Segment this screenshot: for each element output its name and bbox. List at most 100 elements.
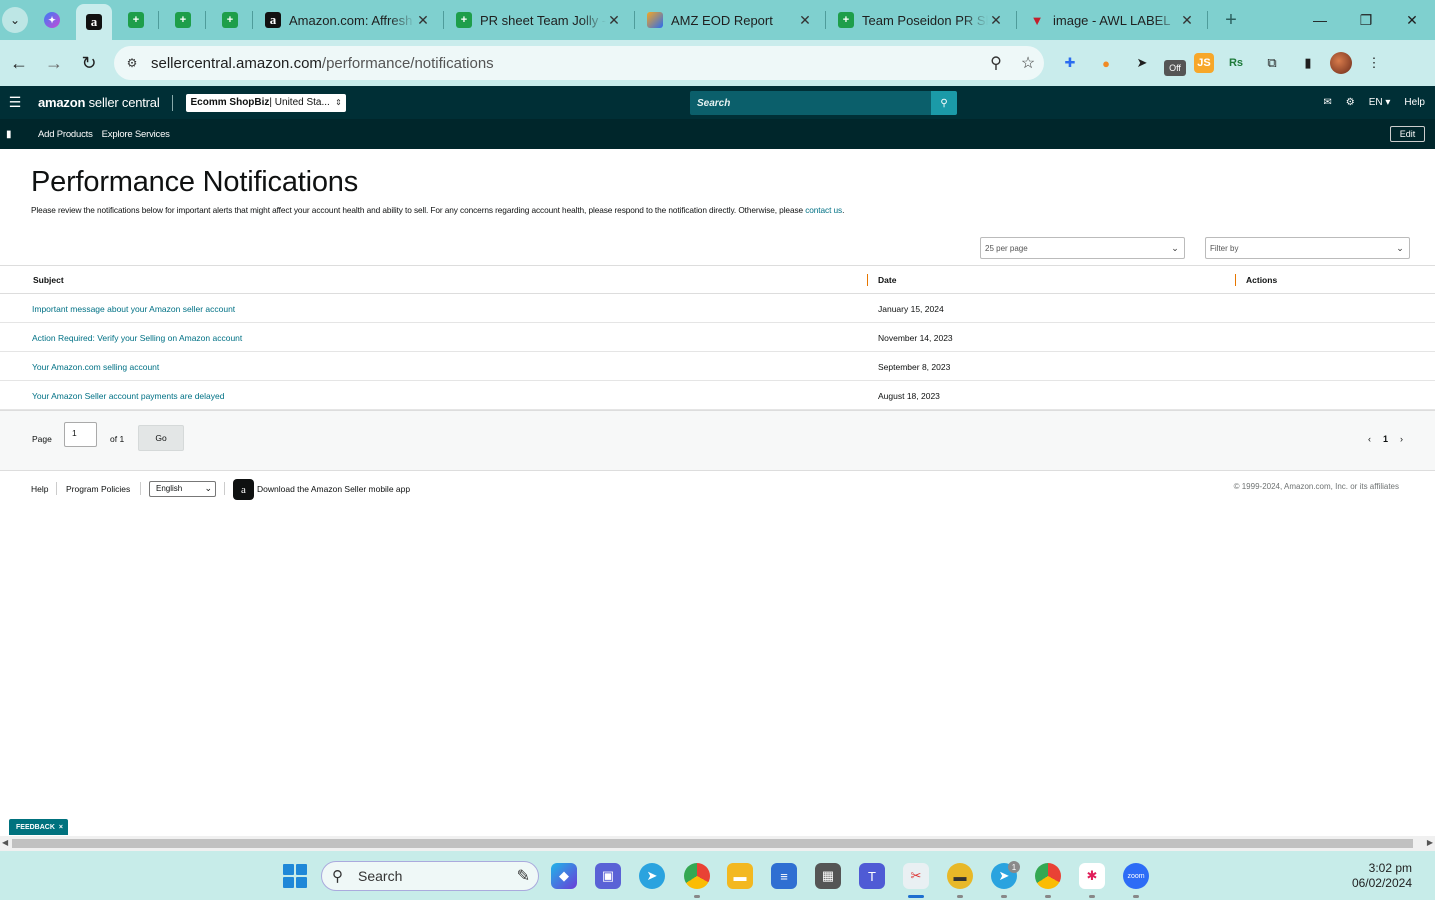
site-info-icon[interactable]: ⚙ xyxy=(121,52,143,74)
tab-team-poseidon[interactable]: + Team Poseidon PR She ✕ xyxy=(830,4,1012,36)
horizontal-scrollbar[interactable]: ◀ ▶ xyxy=(0,836,1435,851)
chevron-right-icon[interactable]: › xyxy=(1400,434,1403,444)
search-icon: ⚲ xyxy=(940,97,948,109)
help-link[interactable]: Help xyxy=(1404,97,1425,108)
amazon-app-icon[interactable]: a xyxy=(233,479,254,500)
telegram-icon[interactable]: ➤ xyxy=(639,863,665,889)
program-policies-link[interactable]: Program Policies xyxy=(66,484,130,494)
column-date[interactable]: Date xyxy=(878,275,896,285)
footer-language-select[interactable]: English ⌄ xyxy=(149,481,216,497)
close-icon[interactable]: ✕ xyxy=(415,12,431,29)
search-input[interactable]: Search xyxy=(690,91,931,115)
snipping-tool-icon[interactable]: ✂ xyxy=(903,863,929,889)
zoom-icon[interactable]: zoom xyxy=(1123,863,1149,889)
reload-icon[interactable]: ↻ xyxy=(72,46,106,80)
tab-pr-sheet-jolly[interactable]: + PR sheet Team Jolly - G ✕ xyxy=(448,4,630,36)
close-icon[interactable]: ✕ xyxy=(797,12,813,29)
header-divider xyxy=(171,94,173,111)
tab-awl-label[interactable]: ▼ image - AWL LABEL ✕ xyxy=(1021,4,1203,36)
scrollbar-thumb[interactable] xyxy=(12,839,1413,848)
chat-app-icon[interactable]: ▬ xyxy=(947,863,973,889)
taskbar-indicator xyxy=(1133,895,1139,898)
browser-menu-icon[interactable]: ⋮ xyxy=(1360,49,1388,77)
pinned-tab-sheets-3[interactable]: + xyxy=(212,4,248,36)
notepad-icon[interactable]: ≡ xyxy=(771,863,797,889)
contact-us-link[interactable]: contact us xyxy=(805,205,842,215)
extensions-puzzle-icon[interactable]: ⧉ xyxy=(1258,49,1286,77)
pinned-tab-amazon-active[interactable]: a xyxy=(76,4,112,40)
side-panel-icon[interactable]: ▮ xyxy=(1294,49,1322,77)
scroll-right-icon[interactable]: ▶ xyxy=(1427,838,1433,847)
notification-subject-link[interactable]: Action Required: Verify your Selling on … xyxy=(32,333,242,343)
close-icon[interactable]: ✕ xyxy=(988,12,1004,29)
meet-icon[interactable]: ▣ xyxy=(595,863,621,889)
extension-orange-icon[interactable]: ● xyxy=(1092,49,1120,77)
minimize-icon[interactable]: — xyxy=(1297,0,1343,40)
close-icon[interactable]: × xyxy=(59,824,63,831)
explore-services-link[interactable]: Explore Services xyxy=(102,129,170,140)
notification-subject-link[interactable]: Important message about your Amazon sell… xyxy=(32,304,235,314)
file-explorer-icon[interactable]: ▬ xyxy=(727,863,753,889)
close-icon[interactable]: ✕ xyxy=(606,12,622,29)
teams-icon[interactable]: T xyxy=(859,863,885,889)
extension-js-icon[interactable]: JS xyxy=(1194,53,1214,73)
chrome-profile-icon[interactable] xyxy=(1035,863,1061,889)
filter-select[interactable]: Filter by ⌄ xyxy=(1205,237,1410,259)
slack-icon[interactable]: ✱ xyxy=(1079,863,1105,889)
gear-icon[interactable]: ⚙ xyxy=(1346,97,1355,108)
calculator-icon[interactable]: ▦ xyxy=(815,863,841,889)
notification-subject-link[interactable]: Your Amazon Seller account payments are … xyxy=(32,391,224,401)
feedback-button[interactable]: FEEDBACK × xyxy=(9,819,68,835)
scroll-left-icon[interactable]: ◀ xyxy=(2,838,8,847)
taskbar-indicator xyxy=(1045,895,1051,898)
restore-icon[interactable]: ❐ xyxy=(1343,0,1389,40)
zoom-icon[interactable]: ⚲ xyxy=(980,53,1012,73)
download-app-link[interactable]: Download the Amazon Seller mobile app xyxy=(257,484,410,494)
extension-blue-icon[interactable]: ✚ xyxy=(1056,49,1084,77)
go-button[interactable]: Go xyxy=(138,425,184,451)
per-page-select[interactable]: 25 per page ⌄ xyxy=(980,237,1185,259)
language-selector[interactable]: EN ▾ xyxy=(1369,97,1391,108)
hamburger-menu-icon[interactable]: ☰ xyxy=(4,94,26,111)
extension-off-icon[interactable]: Off xyxy=(1164,60,1186,76)
add-products-link[interactable]: Add Products xyxy=(38,129,93,140)
tab-amz-eod-report[interactable]: AMZ EOD Report ✕ xyxy=(639,4,821,36)
account-switcher[interactable]: Ecomm ShopBiz | United Sta... ⇕ xyxy=(185,93,346,112)
extension-rs-icon[interactable]: Rs xyxy=(1222,49,1250,77)
tab-search-button[interactable]: ⌄ xyxy=(2,7,28,33)
back-icon[interactable]: ← xyxy=(2,46,36,80)
bookmark-icon[interactable]: ▮ xyxy=(6,129,16,140)
notification-subject-link[interactable]: Your Amazon.com selling account xyxy=(32,362,159,372)
profile-avatar[interactable] xyxy=(1330,52,1352,74)
amazon-icon: a xyxy=(86,14,102,30)
seller-central-logo[interactable]: amazon seller central xyxy=(38,95,160,110)
edit-button[interactable]: Edit xyxy=(1390,126,1425,142)
extension-arrow-icon[interactable]: ➤ xyxy=(1128,49,1156,77)
page-number-input[interactable]: 1 xyxy=(64,422,97,447)
footer-divider xyxy=(224,482,225,495)
logo-text: seller central xyxy=(85,95,160,110)
tab-amazon-affresh[interactable]: a Amazon.com: Affresh W ✕ xyxy=(257,4,439,36)
address-bar[interactable]: ⚙ sellercentral.amazon.com/performance/n… xyxy=(114,46,1044,80)
close-icon[interactable]: ✕ xyxy=(1179,12,1195,29)
close-window-icon[interactable]: ✕ xyxy=(1389,0,1435,40)
page-number[interactable]: 1 xyxy=(1383,434,1388,444)
copilot-icon[interactable]: ◆ xyxy=(551,863,577,889)
chrome-icon[interactable] xyxy=(684,863,710,889)
column-subject[interactable]: Subject xyxy=(33,275,64,285)
bookmark-star-icon[interactable]: ☆ xyxy=(1012,53,1044,73)
taskbar-search[interactable]: ⚲ Search ✎ xyxy=(321,861,539,891)
footer-help-link[interactable]: Help xyxy=(31,484,48,494)
pinned-tab-messenger[interactable]: ✦ xyxy=(34,4,70,36)
pinned-tab-sheets-1[interactable]: + xyxy=(118,4,154,36)
chevron-left-icon[interactable]: ‹ xyxy=(1368,434,1371,444)
awl-icon: ▼ xyxy=(1030,12,1044,28)
forward-icon[interactable]: → xyxy=(37,46,71,80)
system-clock[interactable]: 3:02 pm 06/02/2024 xyxy=(1352,861,1412,891)
pinned-tab-sheets-2[interactable]: + xyxy=(165,4,201,36)
search-button[interactable]: ⚲ xyxy=(931,91,957,115)
windows-start-icon[interactable] xyxy=(283,864,307,888)
mail-icon[interactable]: ✉ xyxy=(1323,97,1331,108)
page-navigation: ‹ 1 › xyxy=(1368,434,1403,444)
new-tab-button[interactable]: + xyxy=(1218,9,1244,32)
